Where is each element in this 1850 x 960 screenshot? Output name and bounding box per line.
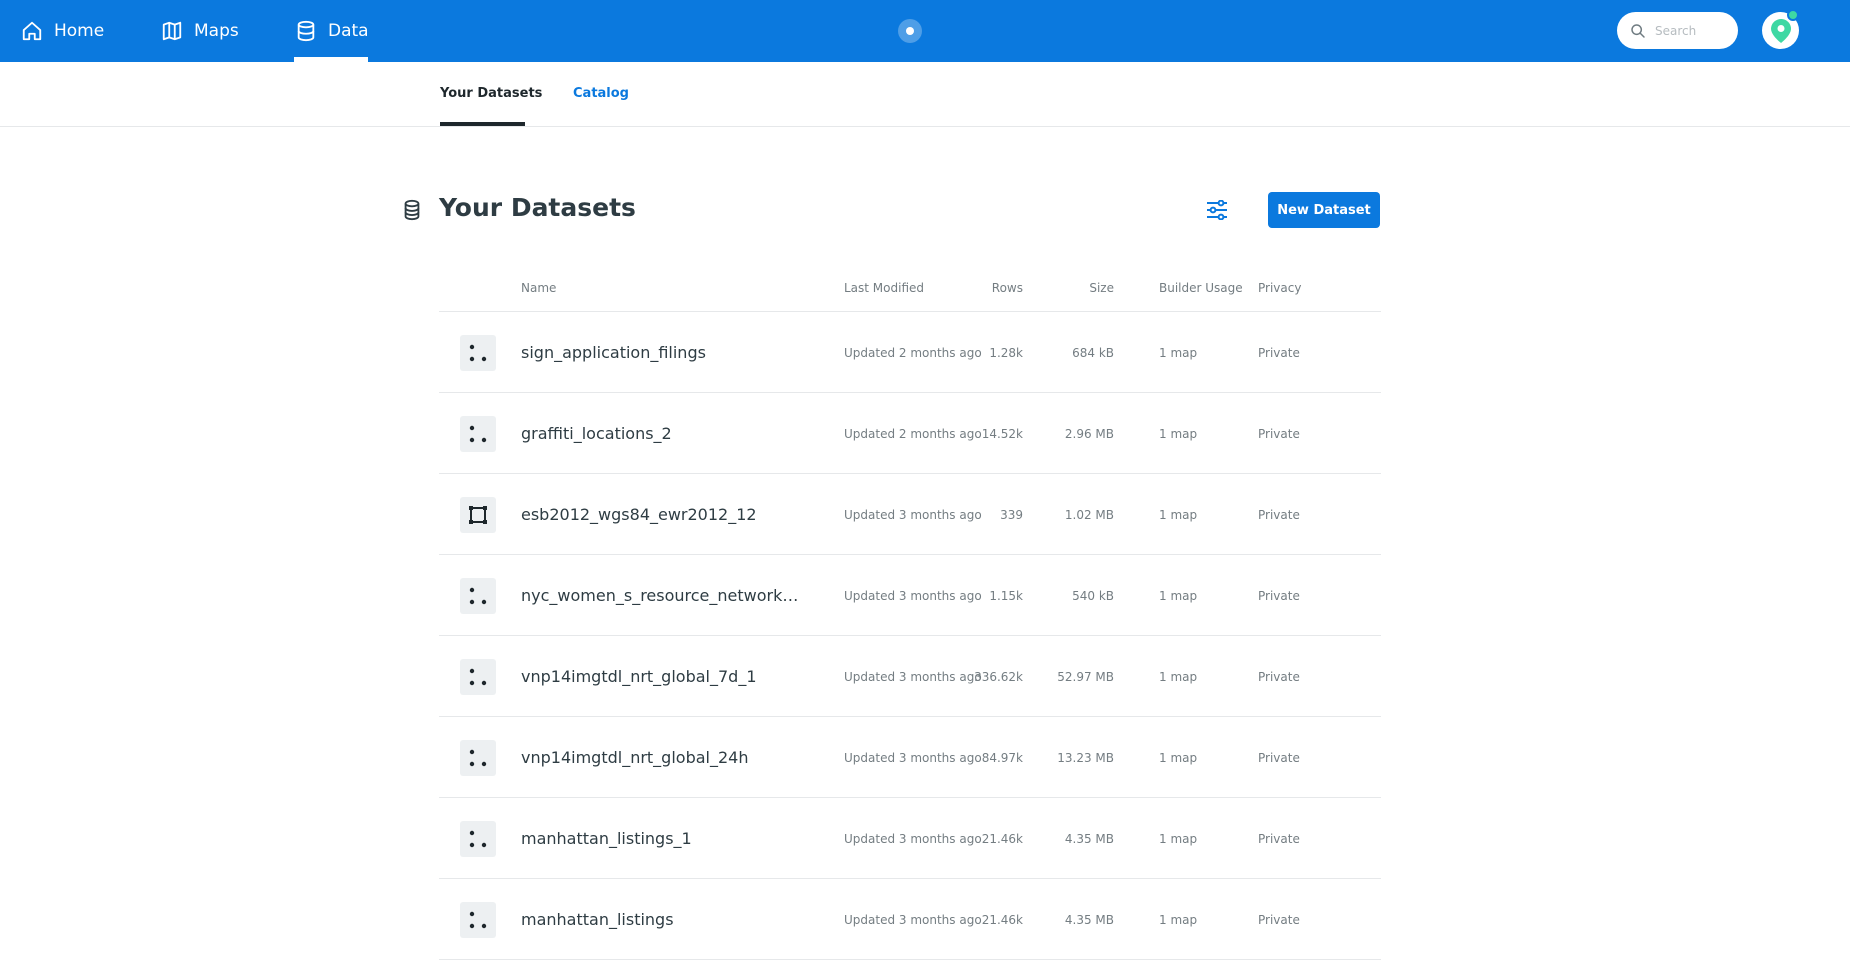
dataset-size: 4.35 MB [1064,832,1114,846]
row-count: 1.28k [989,346,1023,360]
database-icon [404,199,420,221]
dataset-name[interactable]: nyc_women_s_resource_network_d... [521,586,806,605]
row-count: 339 [1000,508,1023,522]
column-header-size[interactable]: Size [1029,281,1114,295]
search-input[interactable] [1655,23,1733,38]
dataset-size: 4.35 MB [1064,913,1114,927]
status-dot-icon[interactable] [898,19,922,43]
privacy-status: Private [1258,427,1300,441]
notification-badge [1787,9,1799,21]
privacy-status: Private [1258,670,1300,684]
dataset-name[interactable]: vnp14imgtdl_nrt_global_7d_1 [521,667,806,686]
privacy-status: Private [1258,346,1300,360]
privacy-status: Private [1258,508,1300,522]
dataset-list: sign_application_filings Updated 2 month… [439,312,1381,960]
table-row[interactable]: manhattan_listings_1 Updated 3 months ag… [439,798,1381,879]
location-pin-logo-icon [1770,18,1791,43]
nav-data-label: Data [328,21,369,41]
builder-usage[interactable]: 1 map [1159,589,1197,603]
dataset-size: 52.97 MB [1057,670,1114,684]
builder-usage[interactable]: 1 map [1159,832,1197,846]
dataset-name[interactable]: vnp14imgtdl_nrt_global_24h [521,748,806,767]
nav-maps-label: Maps [194,21,239,41]
builder-usage[interactable]: 1 map [1159,427,1197,441]
table-row[interactable]: vnp14imgtdl_nrt_global_7d_1 Updated 3 mo… [439,636,1381,717]
row-count: 21.46k [981,913,1023,927]
privacy-status: Private [1258,589,1300,603]
column-header-builder-usage[interactable]: Builder Usage [1159,281,1243,295]
active-tab-indicator [440,122,525,126]
search-icon [1631,23,1645,38]
dataset-size: 2.96 MB [1064,427,1114,441]
table-row[interactable]: sign_application_filings Updated 2 month… [439,312,1381,393]
builder-usage[interactable]: 1 map [1159,751,1197,765]
builder-usage[interactable]: 1 map [1159,346,1197,360]
points-icon [460,578,496,614]
table-header: Name Last Modified Rows Size Builder Usa… [439,272,1381,312]
row-count: 14.52k [981,427,1023,441]
builder-usage[interactable]: 1 map [1159,913,1197,927]
points-icon [460,659,496,695]
polygon-icon [460,497,496,533]
points-icon [460,821,496,857]
dataset-size: 540 kB [1072,589,1114,603]
row-count: 1.15k [989,589,1023,603]
builder-usage[interactable]: 1 map [1159,670,1197,684]
row-count: 84.97k [981,751,1023,765]
row-count: 21.46k [981,832,1023,846]
column-header-privacy[interactable]: Privacy [1258,281,1301,295]
table-row[interactable]: manhattan_listings Updated 3 months ago … [439,879,1381,960]
points-icon [460,902,496,938]
points-icon [460,740,496,776]
home-icon [20,19,44,43]
tab-catalog[interactable]: Catalog [573,86,629,101]
dataset-name[interactable]: esb2012_wgs84_ewr2012_12 [521,505,806,524]
filter-button[interactable] [1203,196,1231,224]
points-icon [460,416,496,452]
dataset-name[interactable]: manhattan_listings [521,910,806,929]
table-row[interactable]: graffiti_locations_2 Updated 2 months ag… [439,393,1381,474]
privacy-status: Private [1258,913,1300,927]
table-row[interactable]: esb2012_wgs84_ewr2012_12 Updated 3 month… [439,474,1381,555]
dataset-size: 1.02 MB [1064,508,1114,522]
dataset-size: 13.23 MB [1057,751,1114,765]
nav-data[interactable]: Data [294,0,369,62]
table-row[interactable]: nyc_women_s_resource_network_d... Update… [439,555,1381,636]
column-header-name[interactable]: Name [521,281,556,295]
nav-maps[interactable]: Maps [160,0,239,62]
tab-your-datasets[interactable]: Your Datasets [440,86,542,101]
top-navigation-bar: Home Maps Data [0,0,1850,62]
new-dataset-button[interactable]: New Dataset [1268,192,1380,228]
row-count: 336.62k [974,670,1023,684]
page-title: Your Datasets [439,193,636,222]
privacy-status: Private [1258,832,1300,846]
dataset-name[interactable]: sign_application_filings [521,343,806,362]
sub-navigation: Your Datasets Catalog [0,62,1850,127]
nav-home-label: Home [54,21,105,41]
search-box[interactable] [1617,12,1738,49]
dataset-name[interactable]: graffiti_locations_2 [521,424,806,443]
filter-sliders-icon [1207,200,1227,220]
column-header-rows[interactable]: Rows [953,281,1023,295]
points-icon [460,335,496,371]
column-header-last-modified[interactable]: Last Modified [844,281,924,295]
nav-home[interactable]: Home [20,0,104,62]
dataset-size: 684 kB [1072,346,1114,360]
map-icon [160,19,184,43]
builder-usage[interactable]: 1 map [1159,508,1197,522]
table-row[interactable]: vnp14imgtdl_nrt_global_24h Updated 3 mon… [439,717,1381,798]
dataset-name[interactable]: manhattan_listings_1 [521,829,806,848]
database-icon [294,19,318,43]
privacy-status: Private [1258,751,1300,765]
